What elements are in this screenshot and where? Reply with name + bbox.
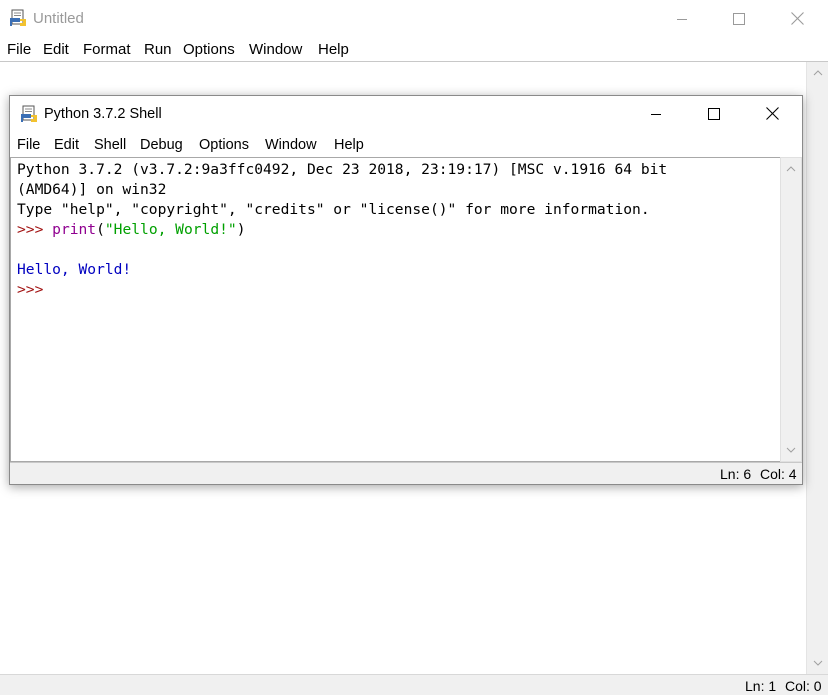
python-idle-icon [20,105,38,123]
python-idle-icon [9,9,27,27]
editor-menubar: File Edit Format Run Options Window Help [0,37,828,62]
editor-close-button[interactable] [768,0,826,37]
shell-status-line: Ln: 6 [720,466,752,482]
shell-window-title: Python 3.7.2 Shell [44,106,162,122]
editor-scroll-down-button[interactable] [807,654,828,672]
chevron-up-icon [786,166,796,172]
chevron-down-icon [813,660,823,666]
banner-line-1: Python 3.7.2 (v3.7.2:9a3ffc0492, Dec 23 … [17,161,668,178]
editor-menu-edit[interactable]: Edit [43,41,69,58]
shell-menu-help[interactable]: Help [334,137,364,153]
editor-menu-help[interactable]: Help [318,41,349,58]
editor-maximize-button[interactable] [710,0,768,37]
close-paren: ) [236,221,246,238]
minimize-icon [677,18,687,20]
chevron-up-icon [813,70,823,76]
shell-menu-debug[interactable]: Debug [140,137,183,153]
shell-scroll-down-button[interactable] [781,441,801,459]
shell-titlebar[interactable]: Python 3.7.2 Shell [10,96,802,131]
maximize-icon [733,12,745,25]
editor-vertical-scrollbar[interactable] [806,62,828,674]
editor-menu-options[interactable]: Options [183,41,235,58]
string-literal: "Hello, World!" [104,221,237,238]
editor-window-title: Untitled [33,10,84,27]
maximize-icon [708,107,720,120]
editor-status-bar: Ln: 1 Col: 0 [0,674,828,695]
editor-scroll-up-button[interactable] [807,64,828,82]
shell-status-bar: Ln: 6 Col: 4 [10,462,802,484]
builtin-keyword: print [52,221,97,238]
close-icon [765,107,779,120]
editor-titlebar[interactable]: Untitled [0,0,828,37]
shell-menu-options[interactable]: Options [199,137,249,153]
chevron-down-icon [786,447,796,453]
editor-status-col: Col: 0 [785,678,822,694]
shell-prompt: >>> [17,221,53,238]
editor-minimize-button[interactable] [653,0,711,37]
shell-scroll-up-button[interactable] [781,160,801,178]
shell-maximize-button[interactable] [685,96,743,131]
shell-menu-edit[interactable]: Edit [54,137,79,153]
banner-line-2: (AMD64)] on win32 [17,181,167,198]
shell-menu-shell[interactable]: Shell [94,137,126,153]
shell-close-button[interactable] [743,96,801,131]
shell-prompt-current: >>> [17,281,44,298]
command-line: >>> print("Hello, World!") [17,220,245,240]
editor-menu-window[interactable]: Window [249,41,302,58]
shell-menubar: File Edit Shell Debug Options Window Hel… [10,131,802,157]
shell-text-area[interactable]: Python 3.7.2 (v3.7.2:9a3ffc0492, Dec 23 … [10,157,780,462]
close-icon [790,12,804,25]
editor-menu-format[interactable]: Format [83,41,131,58]
shell-menu-file[interactable]: File [17,137,40,153]
editor-status-line: Ln: 1 [745,678,777,694]
shell-window: Python 3.7.2 Shell File Edit Shell Debug… [9,95,803,485]
shell-vertical-scrollbar[interactable] [780,157,802,462]
shell-menu-window[interactable]: Window [265,137,317,153]
shell-minimize-button[interactable] [627,96,685,131]
editor-menu-run[interactable]: Run [144,41,172,58]
open-paren: ( [96,221,105,238]
banner-line-3: Type "help", "copyright", "credits" or "… [17,201,650,218]
editor-menu-file[interactable]: File [7,41,31,58]
minimize-icon [651,113,661,115]
shell-status-col: Col: 4 [760,466,797,482]
program-output: Hello, World! [17,261,132,278]
